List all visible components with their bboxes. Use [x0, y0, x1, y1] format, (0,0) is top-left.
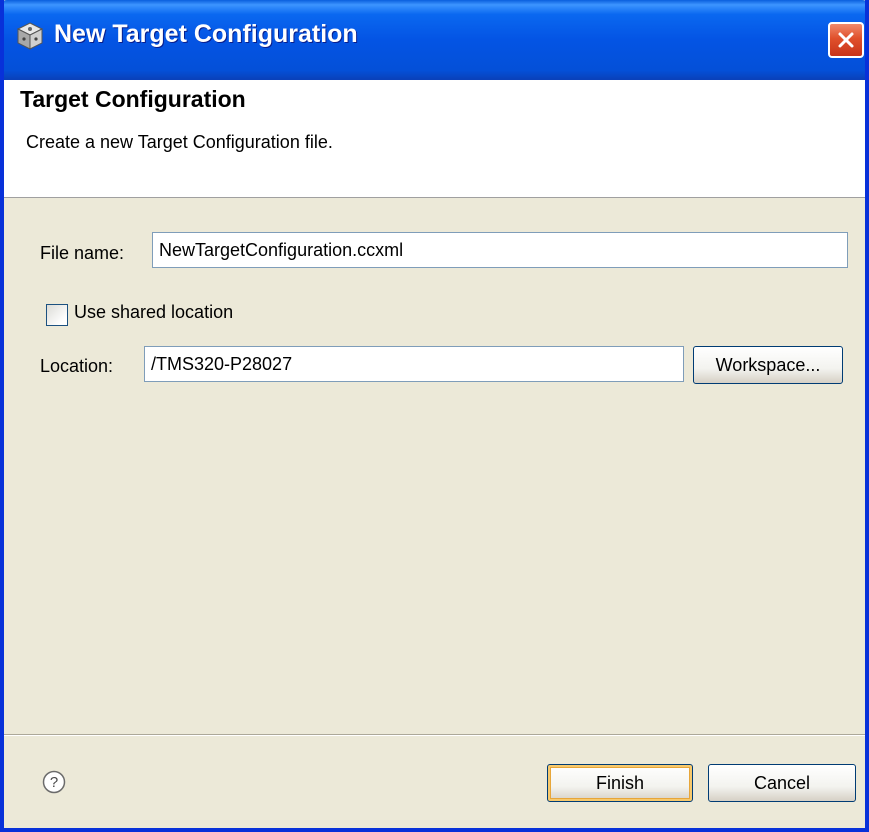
new-target-configuration-dialog: New Target Configuration Target Configur… [0, 0, 869, 832]
page-title: Target Configuration [20, 86, 246, 112]
app-cube-icon [16, 22, 44, 50]
close-button[interactable] [828, 22, 864, 58]
window-title: New Target Configuration [54, 20, 358, 48]
help-icon[interactable]: ? [42, 770, 66, 794]
cancel-button[interactable]: Cancel [708, 764, 856, 802]
finish-button[interactable]: Finish [547, 764, 693, 802]
help-icon-glyph: ? [50, 774, 58, 791]
file-name-label: File name: [40, 243, 125, 263]
wizard-header: Target Configuration Create a new Target… [4, 80, 865, 198]
use-shared-location-checkbox[interactable] [46, 304, 68, 326]
use-shared-location-label: Use shared location [74, 302, 234, 322]
location-label: Location: [40, 356, 114, 376]
location-input[interactable]: /TMS320-P28027 [144, 346, 684, 382]
file-name-input[interactable]: NewTargetConfiguration.ccxml [152, 232, 848, 268]
footer-separator [4, 734, 865, 736]
workspace-button[interactable]: Workspace... [693, 346, 843, 384]
title-bar[interactable]: New Target Configuration [4, 0, 865, 80]
close-icon [838, 32, 854, 48]
page-description: Create a new Target Configuration file. [26, 132, 333, 152]
